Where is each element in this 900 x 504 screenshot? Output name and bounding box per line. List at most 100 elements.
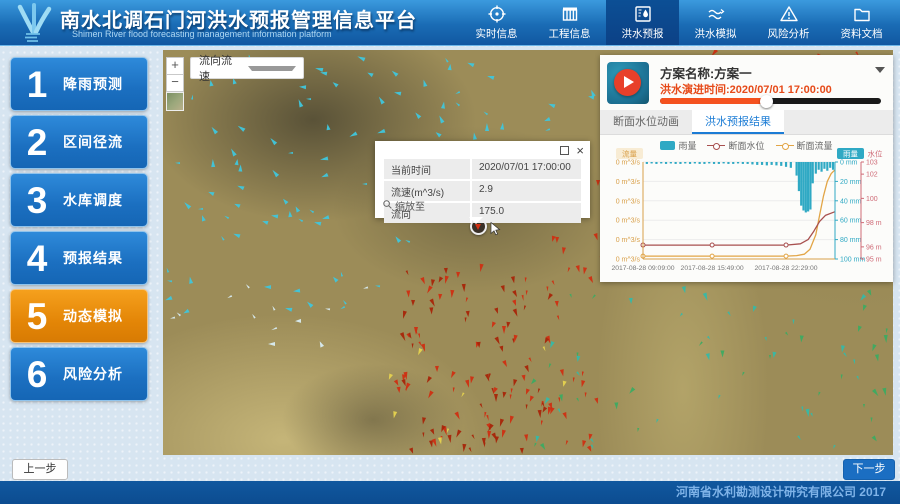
flow-arrow	[342, 300, 347, 305]
flow-arrow	[394, 235, 401, 243]
progress-handle[interactable]	[760, 95, 773, 108]
flow-arrow	[188, 276, 193, 284]
flow-arrow	[512, 299, 518, 306]
svg-text:95 m: 95 m	[866, 257, 882, 264]
flow-arrow	[548, 341, 554, 349]
nav-tab-documents[interactable]: 资料文档	[825, 0, 898, 45]
sidebar-item-dynamic-simulation[interactable]: 5 动态模拟	[10, 289, 148, 343]
map-zoom-out-button[interactable]: −	[166, 74, 184, 92]
flow-arrow	[270, 168, 278, 177]
flow-arrow	[454, 411, 461, 420]
svg-text:流量: 流量	[622, 149, 637, 159]
nav-tab-risk-analysis[interactable]: 风险分析	[752, 0, 825, 45]
flow-arrow	[295, 319, 301, 323]
nav-tab-project[interactable]: 工程信息	[533, 0, 606, 45]
flow-arrow	[471, 434, 475, 439]
flow-arrow	[375, 284, 380, 287]
flow-arrow	[500, 430, 506, 439]
flow-arrow	[720, 350, 724, 357]
flow-arrow	[462, 443, 467, 451]
flow-arrow	[567, 267, 571, 272]
sidebar-item-forecast-result[interactable]: 4 预报结果	[10, 231, 148, 285]
flow-arrow	[797, 435, 801, 440]
flow-arrow	[546, 292, 553, 300]
flow-arrow	[480, 403, 484, 408]
app-logo-icon	[8, 2, 56, 48]
svg-text:60 mm: 60 mm	[840, 218, 862, 225]
flow-arrow	[429, 308, 433, 315]
flow-arrow	[840, 375, 843, 380]
zoom-to-link[interactable]: 缩放至	[383, 198, 425, 213]
prev-step-button[interactable]: 上一步	[12, 459, 68, 480]
close-icon[interactable]: ×	[576, 146, 584, 155]
flow-arrow	[487, 74, 495, 80]
flow-arrow	[570, 294, 573, 298]
flow-arrow	[533, 442, 536, 446]
flow-arrow	[844, 353, 848, 358]
flow-arrow	[321, 173, 329, 179]
flow-arrow	[456, 272, 460, 278]
flow-arrow	[444, 57, 448, 62]
map-zoom-in-button[interactable]: +	[166, 57, 184, 75]
flow-arrow	[462, 284, 467, 292]
flow-arrow	[588, 276, 595, 284]
tab-flood-forecast-result[interactable]: 洪水预报结果	[692, 110, 784, 134]
flow-arrow	[176, 312, 181, 317]
flow-arrow	[409, 447, 415, 454]
flow-arrow	[587, 94, 594, 99]
sidebar-item-rainfall-forecast[interactable]: 1 降雨预测	[10, 57, 148, 111]
flow-arrow	[520, 448, 524, 454]
flow-arrow	[418, 333, 421, 338]
flow-arrow	[294, 205, 300, 212]
flow-arrow	[765, 337, 768, 341]
nav-tab-flood-forecast[interactable]: 洪水预报	[606, 0, 679, 45]
sidebar-item-risk-analysis[interactable]: 6 风险分析	[10, 347, 148, 401]
nav-tab-flood-simulation[interactable]: 洪水模拟	[679, 0, 752, 45]
flow-arrow	[282, 198, 289, 205]
flow-arrow	[478, 264, 483, 273]
progress-fill	[660, 98, 766, 104]
svg-text:2017-08-28 22:29:00: 2017-08-28 22:29:00	[754, 265, 817, 272]
flow-arrow	[557, 315, 560, 320]
flow-arrow	[447, 63, 452, 69]
chevron-down-icon[interactable]	[875, 67, 885, 73]
maximize-icon[interactable]	[560, 146, 569, 155]
flow-arrow	[509, 394, 511, 399]
main-nav: 实时信息 工程信息 洪水预报	[460, 0, 898, 45]
nav-tab-realtime[interactable]: 实时信息	[460, 0, 533, 45]
flow-arrow	[455, 91, 460, 95]
flow-arrow	[414, 111, 422, 119]
flow-arrow	[437, 294, 442, 300]
tab-section-water-animation[interactable]: 断面水位动画	[600, 110, 692, 134]
flow-arrow	[501, 326, 505, 334]
sidebar-item-reservoir-dispatch[interactable]: 3 水库调度	[10, 173, 148, 227]
next-step-button[interactable]: 下一步	[843, 459, 895, 480]
flow-arrow	[482, 438, 486, 446]
flow-arrow	[325, 124, 330, 131]
play-button[interactable]	[614, 69, 641, 96]
flow-arrow	[524, 435, 529, 442]
flow-arrow	[411, 300, 415, 306]
flow-arrow	[476, 341, 481, 347]
flow-arrow	[494, 308, 500, 315]
flow-arrow	[501, 285, 507, 293]
flow-arrow	[238, 164, 242, 171]
sidebar-item-interval-runoff[interactable]: 2 区间径流	[10, 115, 148, 169]
flow-arrow	[233, 202, 240, 208]
playback-slider[interactable]	[660, 98, 881, 104]
svg-text:40 mm: 40 mm	[840, 198, 862, 205]
flood-forecast-icon	[633, 4, 653, 24]
flow-arrow	[169, 317, 174, 320]
flow-arrow	[818, 392, 821, 396]
flow-arrow	[454, 430, 461, 439]
flow-arrow	[561, 247, 566, 254]
flow-arrow	[856, 326, 862, 333]
flow-arrow	[271, 327, 277, 331]
flow-arrow	[870, 344, 876, 352]
basemap-switcher[interactable]	[166, 92, 184, 111]
flow-arrow	[593, 233, 599, 241]
flow-arrow	[707, 336, 711, 340]
flow-arrow	[590, 438, 595, 443]
flow-arrow	[420, 417, 425, 425]
layer-select-dropdown[interactable]: 流向流速	[190, 57, 304, 79]
